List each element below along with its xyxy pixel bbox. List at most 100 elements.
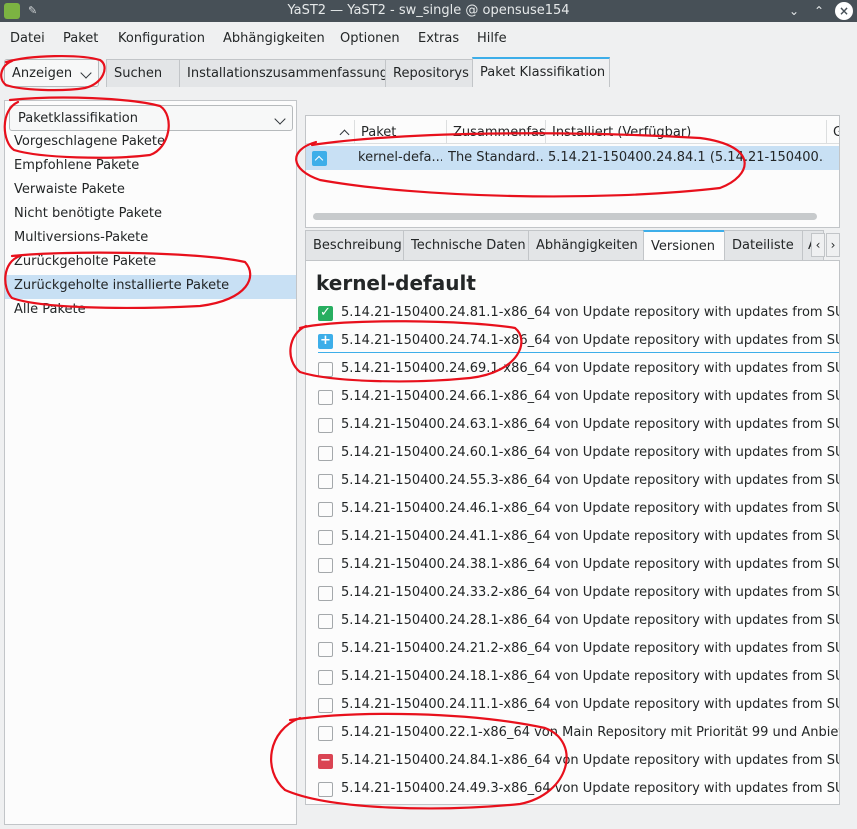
sort-ascending-icon — [339, 129, 350, 140]
version-row[interactable]: 5.14.21-150400.24.66.1-x86_64 von Update… — [318, 387, 839, 409]
version-checkbox[interactable] — [318, 502, 333, 517]
version-label: 5.14.21-150400.24.33.2-x86_64 von Update… — [341, 585, 839, 600]
version-row[interactable]: 5.14.21-150400.24.69.1-x86_64 von Update… — [318, 359, 839, 381]
tab-scroll-left-button[interactable]: ‹ — [811, 233, 825, 257]
version-row[interactable]: 5.14.21-150400.24.49.3-x86_64 von Update… — [318, 779, 839, 801]
classification-combo[interactable]: Paketklassifikation — [9, 105, 293, 131]
tab-versionen[interactable]: Versionen — [643, 230, 725, 260]
menu-hilfe[interactable]: Hilfe — [477, 31, 507, 46]
version-label: 5.14.21-150400.24.84.1-x86_64 von Update… — [341, 753, 839, 768]
version-row[interactable]: 5.14.21-150400.24.63.1-x86_64 von Update… — [318, 415, 839, 437]
update-status-icon[interactable] — [312, 151, 327, 166]
version-checkbox[interactable] — [318, 530, 333, 545]
version-row[interactable]: 5.14.21-150400.24.28.1-x86_64 von Update… — [318, 611, 839, 633]
list-item[interactable]: Vorgeschlagene Pakete — [5, 131, 296, 155]
view-dropdown-label: Anzeigen — [12, 66, 73, 81]
classification-panel: Paketklassifikation Vorgeschlagene Paket… — [4, 100, 297, 825]
version-row[interactable]: 5.14.21-150400.24.21.2-x86_64 von Update… — [318, 639, 839, 661]
version-label: 5.14.21-150400.24.38.1-x86_64 von Update… — [341, 557, 839, 572]
tab-scroll-right-button[interactable]: › — [826, 233, 840, 257]
list-item[interactable]: Nicht benötigte Pakete — [5, 203, 296, 227]
window-title: YaST2 — YaST2 - sw_single @ opensuse154 — [287, 3, 570, 18]
version-checkbox[interactable] — [318, 670, 333, 685]
install-checkbox-icon[interactable]: + — [318, 334, 333, 349]
version-checkbox[interactable] — [318, 390, 333, 405]
tab-repositorys[interactable]: Repositorys — [385, 59, 473, 87]
list-item[interactable]: Alle Pakete — [5, 299, 296, 323]
column-header-summary[interactable]: Zusammenfas — [446, 120, 545, 144]
classification-combo-label: Paketklassifikation — [18, 111, 139, 126]
chevron-down-icon — [80, 67, 92, 79]
list-item[interactable]: Multiversions-Pakete — [5, 227, 296, 251]
version-label: 5.14.21-150400.24.69.1-x86_64 von Update… — [341, 361, 839, 376]
version-row[interactable]: 5.14.21-150400.22.1-x86_64 von Main Repo… — [318, 723, 840, 745]
version-row[interactable]: 5.14.21-150400.24.55.3-x86_64 von Update… — [318, 471, 839, 493]
version-label: 5.14.21-150400.24.11.1-x86_64 von Update… — [341, 697, 839, 712]
version-checkbox[interactable] — [318, 586, 333, 601]
menu-bar: Datei Paket Konfiguration Abhängigkeiten… — [0, 27, 857, 51]
version-checkbox[interactable] — [318, 474, 333, 489]
delete-checkbox-icon[interactable]: − — [318, 754, 333, 769]
list-item[interactable]: Empfohlene Pakete — [5, 155, 296, 179]
version-row[interactable]: +5.14.21-150400.24.74.1-x86_64 von Updat… — [318, 331, 839, 353]
version-label: 5.14.21-150400.24.49.3-x86_64 von Update… — [341, 781, 839, 796]
installed-checkbox-icon[interactable]: ✓ — [318, 306, 333, 321]
horizontal-scrollbar[interactable] — [313, 213, 817, 220]
column-header-paket[interactable]: Paket — [354, 120, 446, 144]
version-label: 5.14.21-150400.24.41.1-x86_64 von Update… — [341, 529, 839, 544]
version-checkbox[interactable] — [318, 726, 333, 741]
menu-optionen[interactable]: Optionen — [340, 31, 400, 46]
menu-extras[interactable]: Extras — [418, 31, 459, 46]
maximize-button[interactable]: ⌃ — [810, 2, 828, 20]
list-item-selected[interactable]: Zurückgeholte installierte Pakete — [5, 275, 296, 299]
version-checkbox[interactable] — [318, 698, 333, 713]
minimize-button[interactable]: ⌄ — [785, 2, 803, 20]
table-row[interactable]: kernel-defa... The Standard... 5.14.21-1… — [306, 146, 839, 170]
version-checkbox[interactable] — [318, 558, 333, 573]
list-item[interactable]: Zurückgeholte Pakete — [5, 251, 296, 275]
menu-abhaengigkeiten[interactable]: Abhängigkeiten — [223, 31, 325, 46]
main-toolbar: Anzeigen Suchen Installationszusammenfas… — [0, 57, 857, 90]
menu-datei[interactable]: Datei — [10, 31, 45, 46]
version-row[interactable]: ✓ 5.14.21-150400.24.81.1-x86_64 von Updat… — [318, 303, 839, 325]
versions-panel: kernel-default ✓ 5.14.21-150400.24.81.1-x… — [305, 260, 840, 805]
column-header-installed[interactable]: Installiert (Verfügbar) — [545, 120, 826, 144]
version-row[interactable]: 5.14.21-150400.24.60.1-x86_64 von Update… — [318, 443, 839, 465]
version-checkbox[interactable] — [318, 642, 333, 657]
tab-suchen[interactable]: Suchen — [106, 59, 180, 87]
package-table: Paket Zusammenfas Installiert (Verfügbar… — [305, 115, 840, 228]
cell-name: kernel-defa... — [358, 150, 442, 165]
package-title: kernel-default — [316, 271, 476, 295]
version-label: 5.14.21-150400.22.1-x86_64 von Main Repo… — [341, 725, 840, 740]
version-row[interactable]: 5.14.21-150400.24.18.1-x86_64 von Update… — [318, 667, 839, 689]
version-row[interactable]: 5.14.21-150400.24.11.1-x86_64 von Update… — [318, 695, 839, 717]
tab-installationszusammenfassung[interactable]: Installationszusammenfassung — [179, 59, 388, 87]
menu-konfiguration[interactable]: Konfiguration — [118, 31, 205, 46]
version-checkbox[interactable] — [318, 418, 333, 433]
close-button[interactable]: × — [835, 2, 853, 20]
version-checkbox[interactable] — [318, 782, 333, 797]
version-label: 5.14.21-150400.24.18.1-x86_64 von Update… — [341, 669, 839, 684]
tab-dateiliste[interactable]: Dateiliste — [724, 230, 803, 260]
version-checkbox[interactable] — [318, 446, 333, 461]
menu-paket[interactable]: Paket — [63, 31, 98, 46]
version-checkbox[interactable] — [318, 614, 333, 629]
tab-paket-klassifikation[interactable]: Paket Klassifikation — [472, 57, 610, 87]
detail-tab-bar: Beschreibung Technische Daten Abhängigke… — [305, 230, 840, 260]
column-header-size[interactable]: Gr — [826, 120, 839, 144]
version-row[interactable]: −5.14.21-150400.24.84.1-x86_64 von Updat… — [318, 751, 839, 773]
list-item[interactable]: Verwaiste Pakete — [5, 179, 296, 203]
tab-technische-daten[interactable]: Technische Daten — [403, 230, 529, 260]
version-label: 5.14.21-150400.24.55.3-x86_64 von Update… — [341, 473, 839, 488]
version-row[interactable]: 5.14.21-150400.24.33.2-x86_64 von Update… — [318, 583, 839, 605]
version-row[interactable]: 5.14.21-150400.24.38.1-x86_64 von Update… — [318, 555, 839, 577]
version-checkbox[interactable] — [318, 362, 333, 377]
view-dropdown-button[interactable]: Anzeigen — [4, 59, 99, 87]
version-label: 5.14.21-150400.24.21.2-x86_64 von Update… — [341, 641, 839, 656]
tab-abhaengigkeiten[interactable]: Abhängigkeiten — [528, 230, 644, 260]
version-label: 5.14.21-150400.24.66.1-x86_64 von Update… — [341, 389, 839, 404]
tab-beschreibung[interactable]: Beschreibung — [305, 230, 404, 260]
version-row[interactable]: 5.14.21-150400.24.41.1-x86_64 von Update… — [318, 527, 839, 549]
version-label: 5.14.21-150400.24.74.1-x86_64 von Update… — [341, 333, 839, 348]
version-row[interactable]: 5.14.21-150400.24.46.1-x86_64 von Update… — [318, 499, 839, 521]
